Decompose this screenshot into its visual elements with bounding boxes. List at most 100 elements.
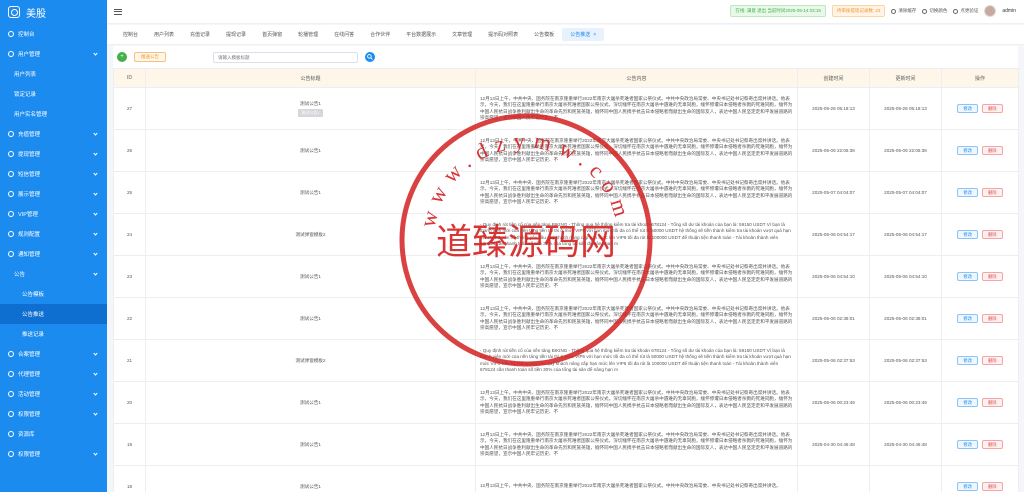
row-title-cell: 测试公告1 xyxy=(145,423,476,466)
edit-button[interactable]: 修改 xyxy=(957,188,978,197)
sidebar-item[interactable]: 用户列表 xyxy=(0,64,107,84)
sidebar-item[interactable]: VIP管理 xyxy=(0,204,107,224)
edit-button[interactable]: 修改 xyxy=(957,356,978,365)
column-header: ID xyxy=(113,68,146,88)
delete-button[interactable]: 删除 xyxy=(982,188,1003,197)
sidebar-item-label: 活动管理 xyxy=(18,392,41,398)
search-button[interactable] xyxy=(365,52,375,62)
sidebar-item[interactable]: 提现管理 xyxy=(0,144,107,164)
row-updated-time: 2025-05-28 05:18:13 xyxy=(869,87,942,130)
row-title-cell: 测试公告1 xyxy=(145,171,476,214)
tab[interactable]: 合作伙伴 xyxy=(362,28,398,41)
main-content: + 推送公告 ID公告标题公告内容创建时间更新时间操作 27测试公告1测试公告1… xyxy=(113,46,1019,492)
tab-label: 提示码对照表 xyxy=(488,32,519,38)
delete-button[interactable]: 删除 xyxy=(982,398,1003,407)
delete-button[interactable]: 删除 xyxy=(982,440,1003,449)
menu-icon xyxy=(8,51,14,57)
sidebar-item[interactable]: 代理管理 xyxy=(0,364,107,384)
sidebar-item[interactable]: 资源库 xyxy=(0,424,107,444)
row-created-time: 2025-04-30 04:46:48 xyxy=(797,423,870,466)
edit-button[interactable]: 修改 xyxy=(957,482,978,491)
row-content: 12月13日上午，中共中央、国务院在南京隆重举行2022年南京大屠杀死难者国家公… xyxy=(480,483,781,489)
sidebar-item[interactable]: 规则配置 xyxy=(0,224,107,244)
table-row[interactable]: 18 测试公告1 12月13日上午，中共中央、国务院在南京隆重举行2022年南京大屠… xyxy=(113,465,1019,492)
verify-button[interactable]: 点更验证 xyxy=(953,8,978,14)
table-header-row: ID 公告标题 公告内容 创建时间 更新时间 操作 xyxy=(113,68,1019,88)
menu-icon xyxy=(8,171,14,177)
sidebar-item[interactable]: 推送记录 xyxy=(0,324,107,344)
row-actions: 修改 删除 xyxy=(941,297,1019,340)
sidebar-item[interactable]: 展示管理 xyxy=(0,184,107,204)
sidebar-item[interactable]: 控制台 xyxy=(0,24,107,44)
app-logo[interactable]: 美股 xyxy=(0,0,107,24)
tab[interactable]: 公告推送 × xyxy=(562,28,605,41)
sidebar-item[interactable]: 用户管理 xyxy=(0,44,107,64)
sidebar-item[interactable]: 合案管理 xyxy=(0,344,107,364)
table-row[interactable]: 25 测试公告1 12月13日上午，中共中央、国务院在南京隆重举行2022年南京大屠… xyxy=(113,171,1019,214)
tab[interactable]: 首页弹窗 xyxy=(254,28,290,41)
tab[interactable]: 文章管理 xyxy=(444,28,480,41)
delete-button[interactable]: 删除 xyxy=(982,314,1003,323)
table-row[interactable]: 27 测试公告1 测试公告1 12月13日上午，中共中央、国务院在南京隆重举行2022… xyxy=(113,87,1019,130)
avatar[interactable] xyxy=(984,5,997,17)
tab[interactable]: 充值记录 xyxy=(182,28,218,41)
edit-button[interactable]: 修改 xyxy=(957,230,978,239)
table-row[interactable]: 19 测试公告1 12月13日上午，中共中央、国务院在南京隆重举行2022年南京大屠… xyxy=(113,423,1019,466)
sidebar-item[interactable]: 充值管理 xyxy=(0,124,107,144)
sidebar-item[interactable]: 公告模板 xyxy=(0,284,107,304)
table-row[interactable]: 20 测试公告1 12月13日上午，中共中央、国务院在南京隆重举行2022年南京大屠… xyxy=(113,381,1019,424)
publish-notice-button[interactable]: 推送公告 xyxy=(134,52,166,62)
table-row[interactable]: 26 测试公告1 12月13日上午，中共中央、国务院在南京隆重举行2022年南京大屠… xyxy=(113,129,1019,172)
clear-cache-button[interactable]: 清除缓存 xyxy=(891,8,916,14)
menu-icon xyxy=(8,151,14,157)
delete-button[interactable]: 删除 xyxy=(982,482,1003,491)
row-id: 25 xyxy=(113,171,146,214)
row-updated-time: 2025-05-06 04:54:17 xyxy=(869,213,942,256)
sidebar-item[interactable]: 活动管理 xyxy=(0,384,107,404)
table-row[interactable]: 21 测试弹窗模板2 - Quy định rút tiền cổ của nền … xyxy=(113,339,1019,382)
sidebar-item-label: 公告 xyxy=(14,272,26,278)
chevron-down-icon xyxy=(93,191,98,196)
sidebar-item[interactable]: 公告推送 xyxy=(0,304,107,324)
sidebar-item[interactable]: 锁定记录 xyxy=(0,84,107,104)
delete-button[interactable]: 删除 xyxy=(982,230,1003,239)
tab[interactable]: 用户列表 xyxy=(146,28,182,41)
search-input[interactable] xyxy=(213,51,358,63)
row-content: - Quy định rút tiền cổ của nền tảng BIKI… xyxy=(480,221,791,247)
close-icon[interactable]: × xyxy=(593,32,596,38)
delete-button[interactable]: 删除 xyxy=(982,104,1003,113)
table-row[interactable]: 22 测试公告1 12月13日上午，中共中央、国务院在南京隆重举行2022年南京大屠… xyxy=(113,297,1019,340)
tab[interactable]: 平台数据展示 xyxy=(398,28,444,41)
edit-button[interactable]: 修改 xyxy=(957,272,978,281)
pending-withdraw-tag[interactable]: 待审核提现记录数: 23 xyxy=(831,5,886,17)
sidebar-item-label: 控制台 xyxy=(18,32,35,38)
edit-button[interactable]: 修改 xyxy=(957,398,978,407)
delete-button[interactable]: 删除 xyxy=(982,272,1003,281)
tab[interactable]: 提现记录 xyxy=(218,28,254,41)
edit-button[interactable]: 修改 xyxy=(957,146,978,155)
tab[interactable]: 控制台 xyxy=(115,28,146,41)
tab[interactable]: 轮播管理 xyxy=(290,28,326,41)
edit-button[interactable]: 修改 xyxy=(957,440,978,449)
sidebar-item[interactable]: 用户实名管理 xyxy=(0,104,107,124)
delete-button[interactable]: 删除 xyxy=(982,356,1003,365)
tab[interactable]: 在线问答 xyxy=(326,28,362,41)
row-actions: 修改 删除 xyxy=(941,339,1019,382)
table-row[interactable]: 24 测试弹窗模板2 - Quy định rút tiền cổ của nền … xyxy=(113,213,1019,256)
user-name[interactable]: admin xyxy=(1002,8,1016,14)
sidebar-item[interactable]: 公告 xyxy=(0,264,107,284)
sidebar-item[interactable]: 权限管理 xyxy=(0,444,107,464)
switch-color-button[interactable]: 切换颜色 xyxy=(922,8,947,14)
table-row[interactable]: 23 测试公告1 12月13日上午，中共中央、国务院在南京隆重举行2022年南京大屠… xyxy=(113,255,1019,298)
sidebar-item[interactable]: 权限管理 xyxy=(0,404,107,424)
menu-toggle-icon[interactable] xyxy=(114,8,122,15)
row-updated-time: 2025-05-07 04:04:07 xyxy=(869,171,942,214)
delete-button[interactable]: 删除 xyxy=(982,146,1003,155)
edit-button[interactable]: 修改 xyxy=(957,314,978,323)
sidebar-item[interactable]: 通知管理 xyxy=(0,244,107,264)
sidebar-item[interactable]: 短信管理 xyxy=(0,164,107,184)
edit-button[interactable]: 修改 xyxy=(957,104,978,113)
tab[interactable]: 公告模板 xyxy=(526,28,562,41)
add-button[interactable]: + xyxy=(117,52,127,62)
tab[interactable]: 提示码对照表 xyxy=(480,28,526,41)
